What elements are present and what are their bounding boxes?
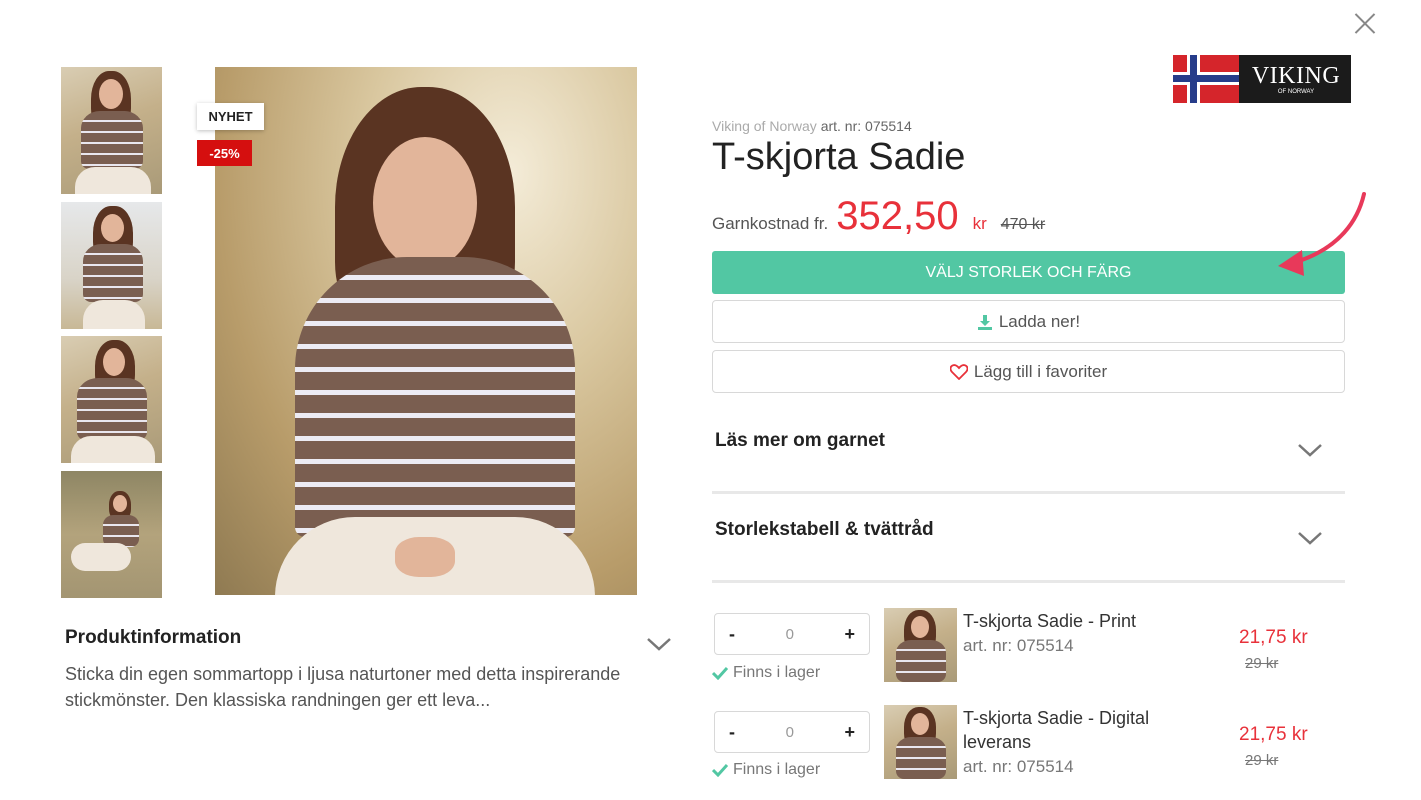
increase-button[interactable]: + (844, 624, 855, 645)
brand-name[interactable]: Viking of Norway (712, 118, 817, 134)
article-number: art. nr: 075514 (820, 118, 912, 134)
product-title: T-skjorta Sadie (712, 136, 966, 178)
thumbnail-image (61, 336, 162, 463)
divider (712, 491, 1345, 494)
heart-icon (949, 363, 968, 380)
quantity-stepper[interactable]: - 0 + (714, 711, 870, 753)
viking-logo[interactable]: VIKING OF NORWAY (1173, 55, 1351, 103)
item-thumbnail[interactable] (884, 608, 957, 682)
norway-flag-icon (1173, 55, 1239, 103)
check-icon (712, 666, 728, 680)
main-product-image[interactable] (215, 67, 637, 595)
download-button[interactable]: Ladda ner! (712, 300, 1345, 343)
price-currency: kr (972, 214, 987, 233)
download-icon (977, 314, 993, 330)
quantity-value[interactable]: 0 (786, 626, 794, 643)
accordion-size-title[interactable]: Storlekstabell & tvättråd (715, 519, 934, 541)
arrow-annotation-icon (1278, 192, 1366, 276)
old-price: 470 kr (1000, 216, 1046, 233)
discount-badge: -25% (197, 140, 252, 166)
chevron-down-icon[interactable] (1297, 440, 1323, 460)
thumbnail-4[interactable] (61, 471, 162, 598)
favorites-label: Lägg till i favoriter (973, 361, 1108, 381)
item-image (884, 705, 957, 779)
item-article-number: art. nr: 075514 (963, 636, 1074, 655)
increase-button[interactable]: + (844, 722, 855, 743)
thumbnail-1[interactable] (61, 67, 162, 194)
stock-label: Finns i lager (733, 664, 821, 681)
close-button[interactable] (1352, 10, 1378, 36)
thumbnail-image (61, 202, 162, 329)
product-info-text: Sticka din egen sommartopp i ljusa natur… (65, 664, 621, 710)
choose-size-color-button[interactable]: VÄLJ STORLEK OCH FÄRG (712, 251, 1345, 294)
decrease-button[interactable]: - (729, 624, 735, 645)
add-to-favorites-button[interactable]: Lägg till i favoriter (712, 350, 1345, 393)
stock-label: Finns i lager (733, 761, 821, 778)
logo-text: VIKING (1251, 63, 1341, 89)
item-name[interactable]: T-skjorta Sadie - Print (963, 609, 1183, 633)
accordion-yarn-title[interactable]: Läs mer om garnet (715, 430, 885, 452)
product-info-title: Produktinformation (65, 627, 242, 648)
check-icon (712, 763, 728, 777)
brand-line: Viking of Norway art. nr: 075514 (712, 118, 912, 134)
item-article-number: art. nr: 075514 (963, 757, 1074, 776)
chevron-down-icon[interactable] (1297, 528, 1323, 548)
download-label: Ladda ner! (998, 311, 1081, 331)
model-photo (215, 67, 637, 595)
item-old-price: 29 kr (1245, 655, 1279, 672)
item-price: 21,75 kr (1239, 724, 1308, 745)
item-image (884, 608, 957, 682)
price-row: Garnkostnad fr. 352,50 kr 470 kr (712, 194, 1045, 239)
item-old-price: 29 kr (1245, 752, 1279, 769)
thumbnail-3[interactable] (61, 336, 162, 463)
thumbnail-image (61, 471, 162, 598)
thumbnail-image (61, 67, 162, 194)
quantity-value[interactable]: 0 (786, 724, 794, 741)
price-value: 352,50 (836, 194, 959, 238)
stock-status: Finns i lager (712, 761, 820, 779)
price-label: Garnkostnad fr. (712, 214, 829, 233)
item-price: 21,75 kr (1239, 627, 1308, 648)
thumbnail-2[interactable] (61, 202, 162, 329)
chevron-down-icon[interactable] (646, 634, 672, 654)
item-thumbnail[interactable] (884, 705, 957, 779)
logo-subtext: OF NORWAY (1277, 89, 1315, 95)
item-name[interactable]: T-skjorta Sadie - Digital leverans (963, 706, 1183, 754)
divider (712, 580, 1345, 583)
quantity-stepper[interactable]: - 0 + (714, 613, 870, 655)
new-badge: NYHET (197, 103, 264, 130)
stock-status: Finns i lager (712, 664, 820, 682)
decrease-button[interactable]: - (729, 722, 735, 743)
